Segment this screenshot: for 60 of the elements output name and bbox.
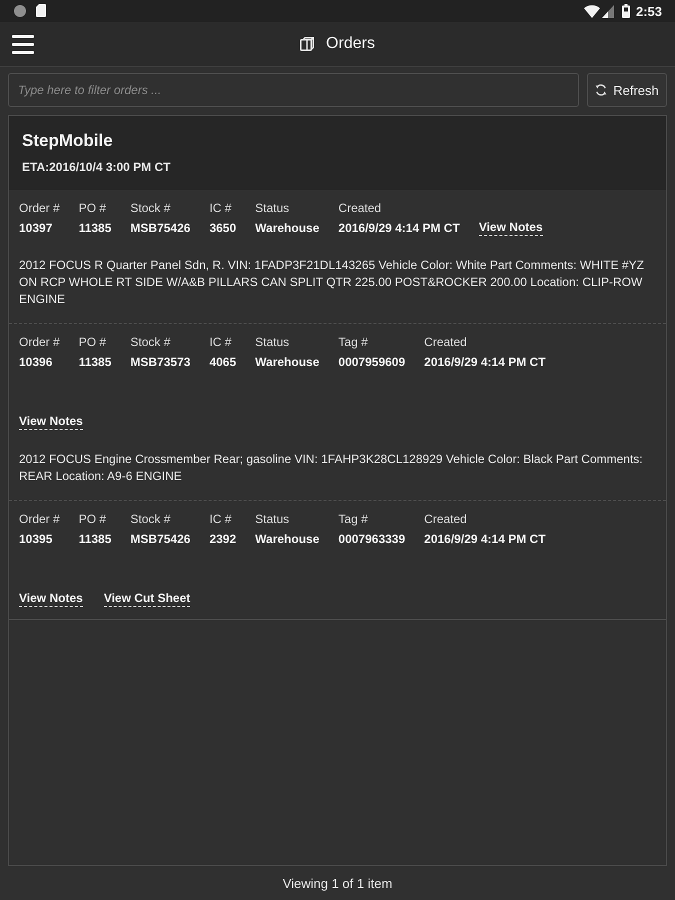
page-title: Orders (326, 35, 375, 53)
battery-icon (622, 4, 630, 18)
column-label: Order # (19, 334, 60, 351)
field-value: 2016/9/29 4:14 PM CT (338, 220, 460, 237)
column-label: Status (255, 200, 290, 217)
column-label: Stock # (130, 511, 172, 528)
field-value: MSB73573 (130, 354, 190, 371)
column-label: Status (255, 511, 290, 528)
view-link[interactable]: View Notes (19, 414, 83, 430)
field-value: 10396 (19, 354, 54, 371)
column-label: IC # (209, 511, 232, 528)
column-label: Order # (19, 200, 60, 217)
part-description: 2012 FOCUS R Quarter Panel Sdn, R. VIN: 1FADP3F21DL143265 Vehicle Color: White Part Comments: WHITE #YZ ON RCP WHOLE RT SIDE W/A&B PILLARS CAN SPLIT QTR 225.00 POST&ROCKER 200.00 Location: CLIP-ROW ENGINE (19, 257, 645, 308)
column-label: Stock # (130, 200, 172, 217)
eta-text: ETA:2016/10/4 3:00 PM CT (22, 159, 172, 176)
field-value: 0007963339 (338, 531, 406, 548)
column-label: Order # (19, 511, 60, 528)
column-label: Tag # (338, 511, 369, 528)
field-value: 2016/9/29 4:14 PM CT (424, 531, 546, 548)
column-label: Tag # (338, 334, 369, 351)
part-description: 2012 FOCUS Engine Crossmember Rear; gasoline VIN: 1FAHP3K28CL128929 Vehicle Color: Black Part Comments: REAR Location: A9-6 ENGINE (19, 451, 644, 485)
column-label: Status (255, 334, 290, 351)
column-label: IC # (209, 334, 232, 351)
box-icon (300, 37, 314, 51)
item-count-text: Viewing 1 of 1 item (282, 876, 392, 890)
field-value: 10397 (19, 220, 54, 237)
field-value: 11385 (78, 354, 112, 371)
column-label: Created (424, 511, 468, 528)
field-value: 11385 (78, 220, 112, 237)
customer-name: StepMobile (22, 130, 114, 152)
status-time: 2:53 (636, 4, 662, 18)
field-value: 10395 (19, 531, 54, 548)
view-link[interactable]: View Notes (19, 591, 83, 607)
filter-field[interactable]: Type here to filter orders ... (8, 73, 579, 107)
view-link[interactable]: View Cut Sheet (104, 591, 190, 607)
column-label: PO # (78, 511, 108, 528)
signal-icon (602, 4, 614, 18)
field-value: MSB75426 (130, 531, 190, 548)
refresh-icon (595, 84, 608, 96)
view-link[interactable]: View Notes (478, 220, 543, 236)
column-label: PO # (78, 334, 108, 351)
column-label: Created (424, 334, 468, 351)
field-value: 11385 (78, 531, 112, 548)
refresh-button[interactable]: Refresh (587, 73, 667, 107)
sd-card-icon (36, 4, 46, 17)
field-value: Warehouse (255, 220, 320, 237)
field-value: 2016/9/29 4:14 PM CT (424, 354, 546, 371)
circle-icon (14, 5, 26, 17)
field-value: Warehouse (255, 354, 320, 371)
field-value: 4065 (209, 354, 236, 371)
column-label: PO # (78, 200, 108, 217)
column-label: Created (338, 200, 382, 217)
column-label: Stock # (130, 334, 172, 351)
field-value: 0007959609 (338, 354, 406, 371)
column-label: IC # (209, 200, 232, 217)
field-value: MSB75426 (130, 220, 190, 237)
menu-icon[interactable] (12, 34, 34, 54)
field-value: Warehouse (255, 531, 320, 548)
field-value: 2392 (209, 531, 236, 548)
field-value: 3650 (209, 220, 236, 237)
